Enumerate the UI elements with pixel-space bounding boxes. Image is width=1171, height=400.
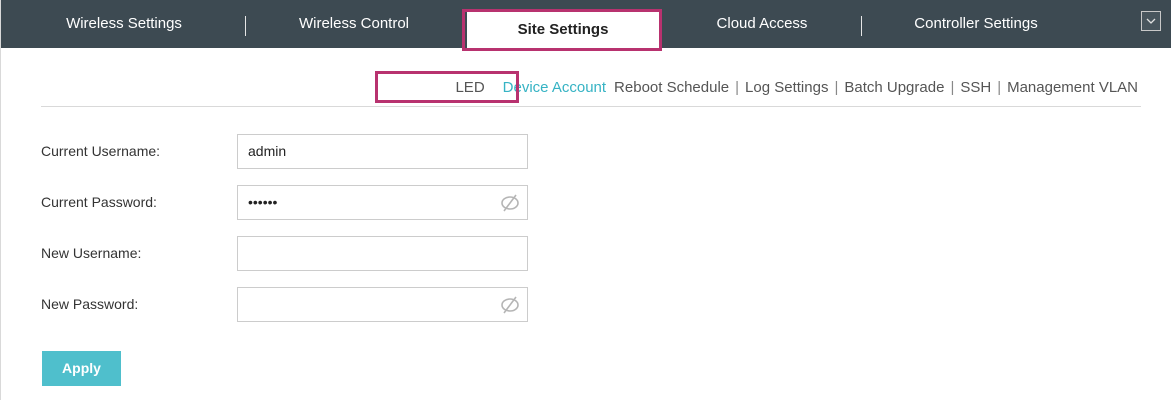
subnav-reboot-schedule[interactable]: Reboot Schedule: [614, 79, 729, 96]
subnav-separator: |: [997, 78, 1002, 96]
subnav-separator: |: [735, 78, 740, 96]
nav-separator: [861, 16, 862, 36]
current-password-value: ••••••: [248, 194, 278, 210]
new-password-input[interactable]: [237, 287, 528, 322]
current-password-label: Current Password:: [41, 194, 157, 210]
eye-hidden-icon[interactable]: [499, 192, 521, 214]
subnav-divider: [41, 106, 1141, 107]
top-nav-bar: Wireless Settings Wireless Control Site …: [1, 0, 1171, 48]
tab-controller-settings[interactable]: Controller Settings: [869, 0, 1083, 48]
tab-wireless-settings[interactable]: Wireless Settings: [13, 0, 235, 48]
chevron-down-icon: [1146, 18, 1156, 24]
subnav-separator: |: [950, 78, 955, 96]
sub-nav: LED Device Account Reboot Schedule | Log…: [455, 74, 1138, 100]
subnav-led[interactable]: LED: [455, 79, 484, 96]
apply-button[interactable]: Apply: [42, 351, 121, 386]
eye-hidden-icon[interactable]: [499, 294, 521, 316]
subnav-separator: |: [834, 78, 839, 96]
subnav-device-account[interactable]: Device Account: [503, 79, 606, 96]
current-username-label: Current Username:: [41, 143, 161, 159]
page: Wireless Settings Wireless Control Site …: [0, 0, 1171, 400]
tab-wireless-control[interactable]: Wireless Control: [253, 0, 455, 48]
nav-separator: [245, 16, 246, 36]
subnav-management-vlan[interactable]: Management VLAN: [1007, 79, 1138, 96]
new-password-label: New Password:: [41, 296, 139, 312]
tab-site-settings[interactable]: Site Settings: [467, 12, 659, 48]
tab-cloud-access[interactable]: Cloud Access: [671, 0, 853, 48]
current-password-input[interactable]: ••••••: [237, 185, 528, 220]
new-username-input[interactable]: [237, 236, 528, 271]
subnav-batch-upgrade[interactable]: Batch Upgrade: [844, 79, 944, 96]
nav-dropdown-button[interactable]: [1141, 11, 1161, 31]
subnav-log-settings[interactable]: Log Settings: [745, 79, 828, 96]
new-username-label: New Username:: [41, 245, 142, 261]
subnav-ssh[interactable]: SSH: [960, 79, 991, 96]
current-username-input[interactable]: admin: [237, 134, 528, 169]
